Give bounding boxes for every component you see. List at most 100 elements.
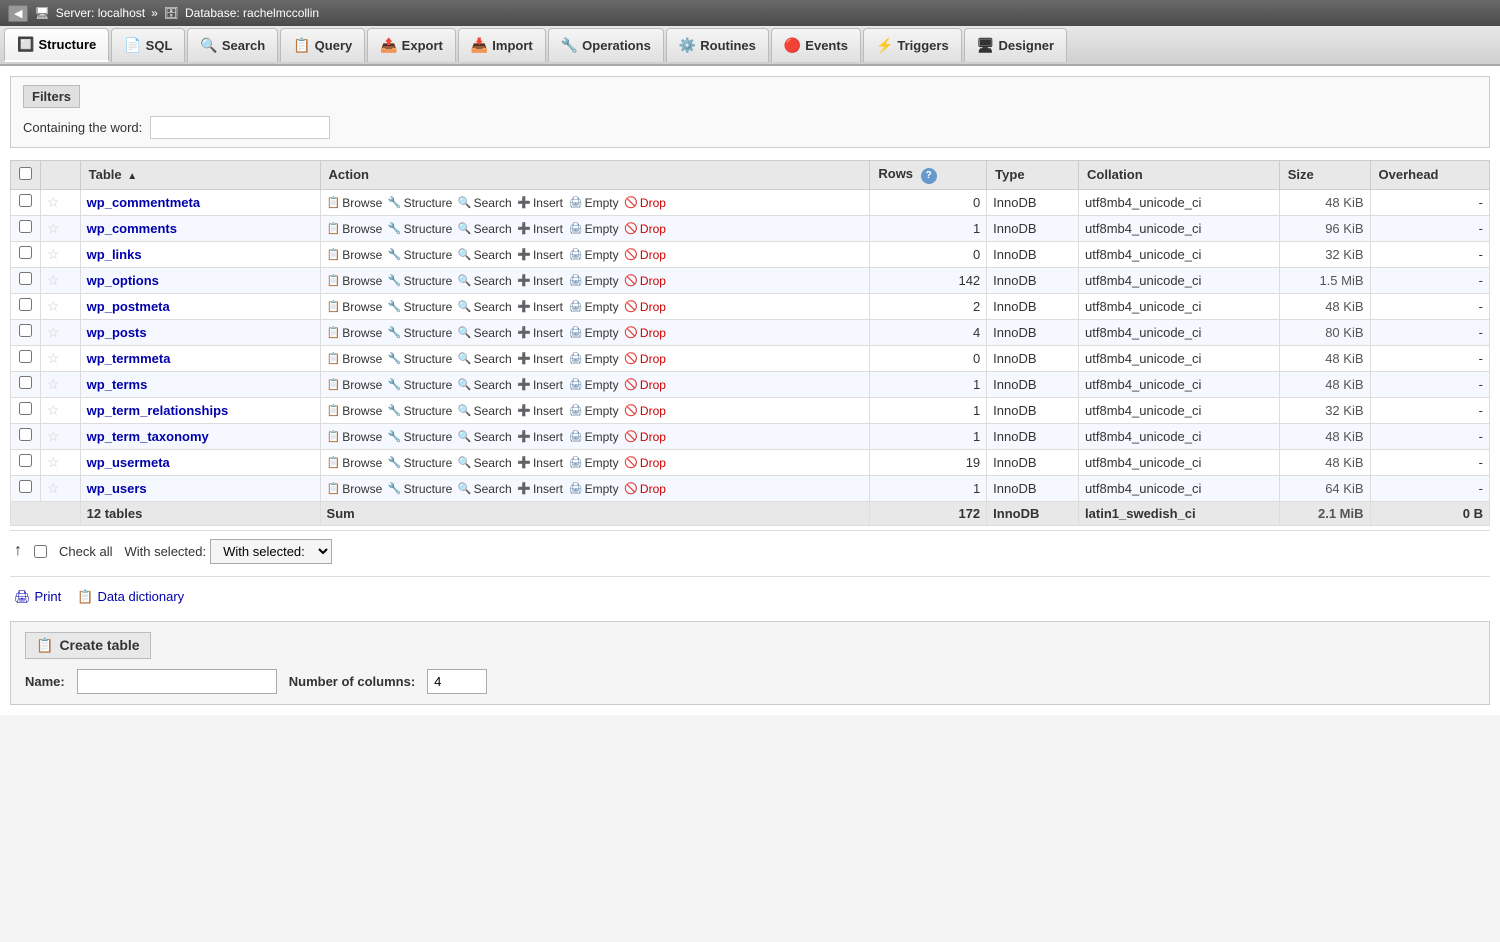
tab-designer[interactable]: 🖥 Designer — [964, 28, 1067, 62]
drop-link[interactable]: 🚫 Drop — [624, 196, 666, 210]
drop-link[interactable]: 🚫 Drop — [624, 274, 666, 288]
structure-link[interactable]: 🔧 Structure — [388, 456, 452, 470]
tab-sql[interactable]: 📄 SQL — [111, 28, 185, 62]
star-icon[interactable]: ☆ — [47, 246, 60, 262]
browse-link[interactable]: 📋 Browse — [327, 404, 383, 418]
insert-link[interactable]: ➕ Insert — [517, 404, 563, 418]
empty-link[interactable]: 🖨 Empty — [569, 196, 619, 210]
search-link[interactable]: 🔍 Search — [458, 300, 512, 314]
drop-link[interactable]: 🚫 Drop — [624, 300, 666, 314]
star-icon[interactable]: ☆ — [47, 428, 60, 444]
tab-routines[interactable]: ⚙️ Routines — [666, 28, 769, 62]
rows-help-icon[interactable]: ? — [921, 168, 937, 184]
empty-link[interactable]: 🖨 Empty — [569, 352, 619, 366]
table-name-link[interactable]: wp_users — [87, 481, 147, 496]
structure-link[interactable]: 🔧 Structure — [388, 482, 452, 496]
browse-link[interactable]: 📋 Browse — [327, 326, 383, 340]
drop-link[interactable]: 🚫 Drop — [624, 326, 666, 340]
structure-link[interactable]: 🔧 Structure — [388, 274, 452, 288]
check-all-button[interactable]: Check all — [59, 544, 112, 559]
insert-link[interactable]: ➕ Insert — [517, 482, 563, 496]
browse-link[interactable]: 📋 Browse — [327, 430, 383, 444]
star-icon[interactable]: ☆ — [47, 298, 60, 314]
filters-title[interactable]: Filters — [23, 85, 80, 108]
structure-link[interactable]: 🔧 Structure — [388, 404, 452, 418]
empty-link[interactable]: 🖨 Empty — [569, 222, 619, 236]
insert-link[interactable]: ➕ Insert — [517, 378, 563, 392]
filter-input[interactable] — [150, 116, 330, 139]
insert-link[interactable]: ➕ Insert — [517, 248, 563, 262]
browse-link[interactable]: 📋 Browse — [327, 482, 383, 496]
structure-link[interactable]: 🔧 Structure — [388, 430, 452, 444]
tab-query[interactable]: 📋 Query — [280, 28, 365, 62]
row-checkbox[interactable] — [19, 402, 32, 415]
insert-link[interactable]: ➕ Insert — [517, 196, 563, 210]
row-checkbox[interactable] — [19, 220, 32, 233]
select-all-checkbox[interactable] — [19, 167, 32, 180]
tab-structure[interactable]: 🔲 Structure — [4, 28, 109, 62]
empty-link[interactable]: 🖨 Empty — [569, 300, 619, 314]
search-link[interactable]: 🔍 Search — [458, 404, 512, 418]
browse-link[interactable]: 📋 Browse — [327, 196, 383, 210]
structure-link[interactable]: 🔧 Structure — [388, 378, 452, 392]
insert-link[interactable]: ➕ Insert — [517, 456, 563, 470]
insert-link[interactable]: ➕ Insert — [517, 326, 563, 340]
table-name-link[interactable]: wp_links — [87, 247, 142, 262]
star-icon[interactable]: ☆ — [47, 480, 60, 496]
table-name-link[interactable]: wp_options — [87, 273, 159, 288]
star-icon[interactable]: ☆ — [47, 324, 60, 340]
browse-link[interactable]: 📋 Browse — [327, 274, 383, 288]
browse-link[interactable]: 📋 Browse — [327, 352, 383, 366]
create-name-input[interactable] — [77, 669, 277, 694]
search-link[interactable]: 🔍 Search — [458, 456, 512, 470]
create-table-title[interactable]: 📋 Create table — [25, 632, 151, 659]
insert-link[interactable]: ➕ Insert — [517, 222, 563, 236]
star-icon[interactable]: ☆ — [47, 272, 60, 288]
back-button[interactable]: ◀ — [8, 5, 28, 22]
drop-link[interactable]: 🚫 Drop — [624, 222, 666, 236]
drop-link[interactable]: 🚫 Drop — [624, 378, 666, 392]
table-name-link[interactable]: wp_terms — [87, 377, 148, 392]
print-link[interactable]: 🖨 Print — [14, 589, 61, 605]
empty-link[interactable]: 🖨 Empty — [569, 482, 619, 496]
row-checkbox[interactable] — [19, 194, 32, 207]
search-link[interactable]: 🔍 Search — [458, 222, 512, 236]
structure-link[interactable]: 🔧 Structure — [388, 222, 452, 236]
col-table[interactable]: Table ▲ — [80, 161, 320, 190]
insert-link[interactable]: ➕ Insert — [517, 430, 563, 444]
table-name-link[interactable]: wp_usermeta — [87, 455, 170, 470]
drop-link[interactable]: 🚫 Drop — [624, 404, 666, 418]
row-checkbox[interactable] — [19, 246, 32, 259]
empty-link[interactable]: 🖨 Empty — [569, 430, 619, 444]
empty-link[interactable]: 🖨 Empty — [569, 326, 619, 340]
table-name-link[interactable]: wp_term_relationships — [87, 403, 229, 418]
row-checkbox[interactable] — [19, 376, 32, 389]
data-dictionary-link[interactable]: 📋 Data dictionary — [77, 589, 184, 605]
structure-link[interactable]: 🔧 Structure — [388, 300, 452, 314]
tab-export[interactable]: 📤 Export — [367, 28, 456, 62]
create-columns-input[interactable] — [427, 669, 487, 694]
tab-search[interactable]: 🔍 Search — [187, 28, 278, 62]
table-name-link[interactable]: wp_term_taxonomy — [87, 429, 209, 444]
row-checkbox[interactable] — [19, 272, 32, 285]
search-link[interactable]: 🔍 Search — [458, 352, 512, 366]
browse-link[interactable]: 📋 Browse — [327, 248, 383, 262]
insert-link[interactable]: ➕ Insert — [517, 352, 563, 366]
table-name-link[interactable]: wp_commentmeta — [87, 195, 200, 210]
search-link[interactable]: 🔍 Search — [458, 248, 512, 262]
bottom-check-all-checkbox[interactable] — [34, 545, 47, 558]
row-checkbox[interactable] — [19, 350, 32, 363]
table-name-link[interactable]: wp_posts — [87, 325, 147, 340]
row-checkbox[interactable] — [19, 480, 32, 493]
structure-link[interactable]: 🔧 Structure — [388, 326, 452, 340]
browse-link[interactable]: 📋 Browse — [327, 300, 383, 314]
insert-link[interactable]: ➕ Insert — [517, 274, 563, 288]
star-icon[interactable]: ☆ — [47, 194, 60, 210]
search-link[interactable]: 🔍 Search — [458, 196, 512, 210]
table-name-link[interactable]: wp_termmeta — [87, 351, 171, 366]
insert-link[interactable]: ➕ Insert — [517, 300, 563, 314]
structure-link[interactable]: 🔧 Structure — [388, 196, 452, 210]
empty-link[interactable]: 🖨 Empty — [569, 378, 619, 392]
empty-link[interactable]: 🖨 Empty — [569, 404, 619, 418]
empty-link[interactable]: 🖨 Empty — [569, 248, 619, 262]
